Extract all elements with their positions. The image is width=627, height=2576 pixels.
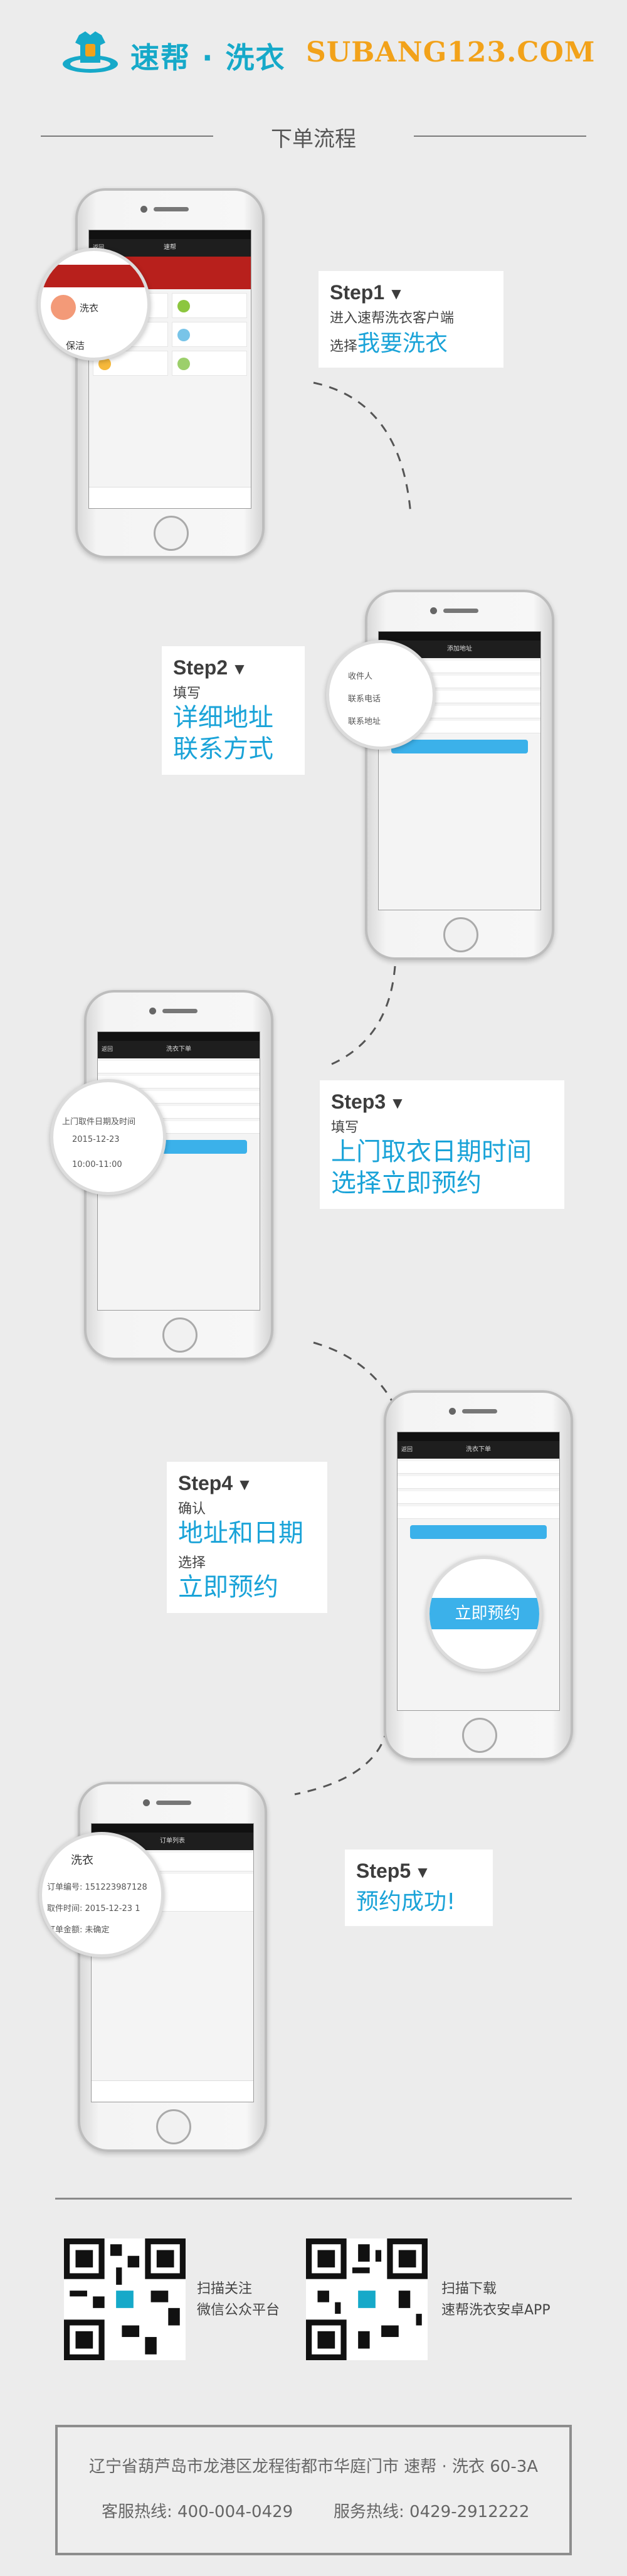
address-text: 辽宁省葫芦岛市龙港区龙程街都市华庭门市 速帮 · 洗衣 60-3A (88, 2457, 539, 2476)
zoom-circle: 收件人 联系电话 联系地址 (326, 640, 436, 750)
step5-callout: Step5 ▼ 预约成功! (345, 1850, 493, 1926)
zoom-label: 10:00-11:00 (72, 1160, 122, 1169)
phone-mockup-step1: 返回速帮 (75, 188, 265, 558)
tab-bar[interactable] (92, 2080, 253, 2102)
home-button (154, 516, 189, 551)
contact-box: 辽宁省葫芦岛市龙港区龙程街都市华庭门市 速帮 · 洗衣 60-3A 客服热线: … (55, 2425, 572, 2555)
step-highlight: 地址和日期 (178, 1519, 303, 1548)
down-triangle-icon: ▼ (414, 1863, 431, 1881)
nav-title: 速帮 (164, 244, 176, 251)
step-description: 进入速帮洗衣客户端 (330, 311, 455, 326)
home-button (156, 2109, 191, 2144)
qr-caption-wechat: 扫描关注 微信公众平台 (197, 2281, 280, 2319)
down-triangle-icon: ▼ (236, 1475, 253, 1494)
zoom-label: 2015-12-23 (72, 1135, 120, 1144)
nav-title: 添加地址 (447, 646, 472, 652)
tab-bar[interactable] (89, 487, 251, 508)
step-highlight: 联系方式 (173, 735, 273, 764)
camera-icon (430, 607, 437, 614)
camera-icon (449, 1408, 456, 1415)
app-download-qr-code (306, 2238, 428, 2360)
step-highlight: 上门取衣日期时间 (331, 1137, 532, 1166)
camera-icon (143, 1799, 150, 1806)
form-row[interactable] (398, 1506, 559, 1519)
zoom-label: 取件时间: 2015-12-23 1 (47, 1904, 140, 1913)
wechat-qr-code (64, 2238, 186, 2360)
speaker-icon (162, 1009, 198, 1013)
step-highlight: 我要洗衣 (357, 331, 448, 356)
home-button (443, 917, 478, 952)
nav-title: 洗衣下单 (166, 1046, 191, 1053)
zoom-circle: 上门取件日期及时间 2015-12-23 10:00-11:00 (50, 1079, 166, 1195)
service-tile[interactable] (172, 322, 247, 347)
camera-icon (140, 206, 147, 213)
zoom-circle: 洗衣 订单编号: 151223987128 取件时间: 2015-12-23 1… (39, 1832, 164, 1957)
banner-zoom (41, 265, 147, 287)
form-row[interactable] (398, 1461, 559, 1474)
nav-title: 洗衣下单 (466, 1446, 491, 1453)
reserve-button-zoom: 立即预约 (429, 1598, 539, 1629)
zoom-label: 洗衣 (80, 302, 99, 314)
step-title: Step3 (331, 1090, 386, 1113)
back-button[interactable]: 返回 (401, 1441, 413, 1459)
down-triangle-icon: ▼ (389, 1094, 406, 1112)
form-row[interactable] (398, 1491, 559, 1504)
step4-callout: Step4 ▼ 确认 地址和日期 选择 立即预约 (167, 1462, 327, 1613)
zoom-label: 上门取件日期及时间 (62, 1117, 136, 1127)
step1-callout: Step1 ▼ 进入速帮洗衣客户端 选择我要洗衣 (319, 271, 503, 368)
qr-caption-app: 扫描下载 速帮洗衣安卓APP (441, 2281, 551, 2319)
home-button (462, 1718, 497, 1753)
reserve-button[interactable] (410, 1525, 547, 1539)
zoom-circle: 洗衣 保洁 (38, 248, 150, 361)
shirt-icon (51, 295, 76, 320)
zoom-label: 洗衣 (71, 1854, 93, 1867)
divider (55, 2198, 572, 2200)
speaker-icon (443, 609, 478, 613)
step3-callout: Step3 ▼ 填写 上门取衣日期时间 选择立即预约 (320, 1080, 564, 1209)
zoom-label: 联系电话 (348, 695, 381, 704)
customer-hotline: 客服热线: 400-004-0429 (102, 2503, 293, 2521)
zoom-label: 收件人 (348, 672, 373, 681)
service-tile[interactable] (172, 293, 247, 318)
step-description: 填写 (331, 1120, 359, 1136)
step-title: Step4 (178, 1472, 233, 1494)
speaker-icon (154, 207, 189, 211)
down-triangle-icon: ▼ (388, 284, 404, 303)
speaker-icon (156, 1801, 191, 1805)
app-navbar: 返回 洗衣下单 (98, 1041, 260, 1058)
step-description: 填写 (173, 686, 201, 701)
step-highlight: 立即预约 (178, 1573, 278, 1602)
camera-icon (149, 1008, 156, 1014)
step-title: Step1 (330, 281, 385, 304)
home-button (162, 1317, 198, 1353)
save-button[interactable] (391, 740, 528, 753)
down-triangle-icon: ▼ (231, 659, 248, 678)
service-hotline: 服务热线: 0429-2912222 (334, 2503, 530, 2521)
zoom-label: 联系地址 (348, 717, 381, 726)
step-description: 选择 (178, 1555, 206, 1571)
form-row[interactable] (398, 1476, 559, 1489)
form-row[interactable] (98, 1061, 260, 1073)
zoom-label: 订单金额: 未确定 (47, 1925, 110, 1935)
step-highlight: 预约成功! (356, 1889, 456, 1915)
step-description: 选择 (330, 339, 358, 354)
service-tile[interactable] (172, 351, 247, 376)
step-title: Step5 (356, 1860, 411, 1882)
app-navbar: 返回 洗衣下单 (398, 1441, 559, 1459)
step-title: Step2 (173, 656, 228, 679)
step-highlight: 详细地址 (173, 703, 273, 732)
step2-callout: Step2 ▼ 填写 详细地址 联系方式 (162, 646, 305, 775)
zoom-circle: 立即预约 (426, 1556, 542, 1672)
zoom-label: 订单编号: 151223987128 (47, 1883, 147, 1892)
step-description: 确认 (178, 1501, 206, 1517)
nav-title: 订单列表 (160, 1838, 185, 1844)
step-highlight: 选择立即预约 (331, 1169, 482, 1198)
back-button[interactable]: 返回 (102, 1041, 113, 1058)
speaker-icon (462, 1409, 497, 1413)
zoom-label: 保洁 (66, 340, 85, 351)
